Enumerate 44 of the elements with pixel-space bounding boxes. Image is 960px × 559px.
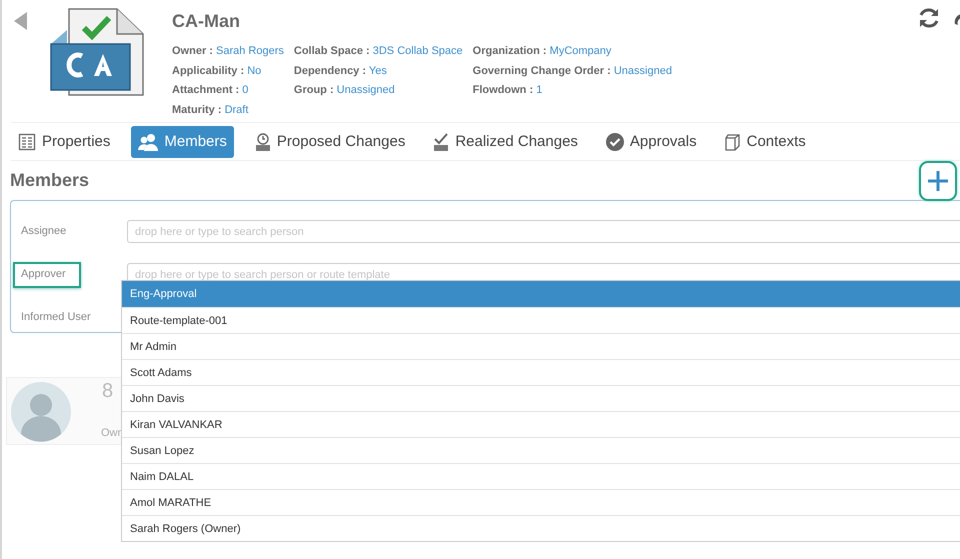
- dropdown-option[interactable]: Naim DALAL: [122, 463, 960, 489]
- tab[interactable]: Contexts: [718, 126, 813, 158]
- dropdown-option[interactable]: Susan Lopez: [122, 437, 960, 463]
- field-label: Informed User: [20, 310, 92, 324]
- dropdown-option[interactable]: John Davis: [122, 385, 960, 411]
- property-text: Flowdown : 1: [472, 83, 544, 98]
- dropdown-option[interactable]: Sarah Rogers (Owner): [122, 515, 960, 541]
- section-heading: Members: [10, 170, 90, 190]
- property-text: Organization : MyCompany: [472, 44, 612, 59]
- check-circle-icon: [606, 132, 624, 150]
- tab[interactable]: Members: [131, 126, 234, 158]
- cube-icon: [724, 132, 741, 150]
- property-text: Applicability : No: [172, 64, 262, 78]
- item-title: CA-Man: [172, 11, 241, 33]
- dropdown-option[interactable]: Route-template-001: [122, 307, 960, 333]
- search-field[interactable]: drop here or type to search person: [127, 220, 960, 243]
- dropdown-option[interactable]: Eng-Approval: [122, 281, 960, 307]
- property-text: Dependency : Yes: [294, 64, 388, 78]
- avatar-icon: [11, 382, 71, 442]
- tab[interactable]: Properties: [11, 126, 118, 158]
- clock-icon: [254, 132, 271, 150]
- people-icon: [138, 132, 158, 150]
- dropdown-option[interactable]: Amol MARATHE: [122, 489, 960, 515]
- dropdown-option[interactable]: Kiran VALVANKAR: [122, 411, 960, 437]
- property-text: Attachment : 0: [172, 83, 250, 98]
- check-icon: [433, 132, 450, 150]
- dropdown-option[interactable]: Scott Adams: [122, 359, 960, 385]
- field-label: Approver: [13, 262, 81, 288]
- property-text: Group : Unassigned: [294, 83, 396, 98]
- property-text: Maturity : Draft: [172, 102, 250, 118]
- tab[interactable]: Realized Changes: [426, 126, 585, 158]
- table-icon: [18, 132, 36, 150]
- add-button[interactable]: [919, 161, 957, 201]
- field-label: Assignee: [20, 224, 68, 238]
- document-icon: [49, 8, 144, 96]
- tab[interactable]: Approvals: [598, 126, 704, 158]
- property-text: Collab Space : 3DS Collab Space: [294, 44, 463, 59]
- plus-icon: [927, 170, 949, 192]
- refresh-icon[interactable]: [917, 6, 941, 30]
- property-text: Owner : Sarah Rogers: [172, 44, 284, 59]
- member-count: 8: [102, 380, 114, 403]
- dropdown-option[interactable]: Mr Admin: [122, 333, 960, 359]
- property-text: Governing Change Order : Unassigned: [472, 64, 672, 78]
- tab[interactable]: Proposed Changes: [248, 126, 412, 158]
